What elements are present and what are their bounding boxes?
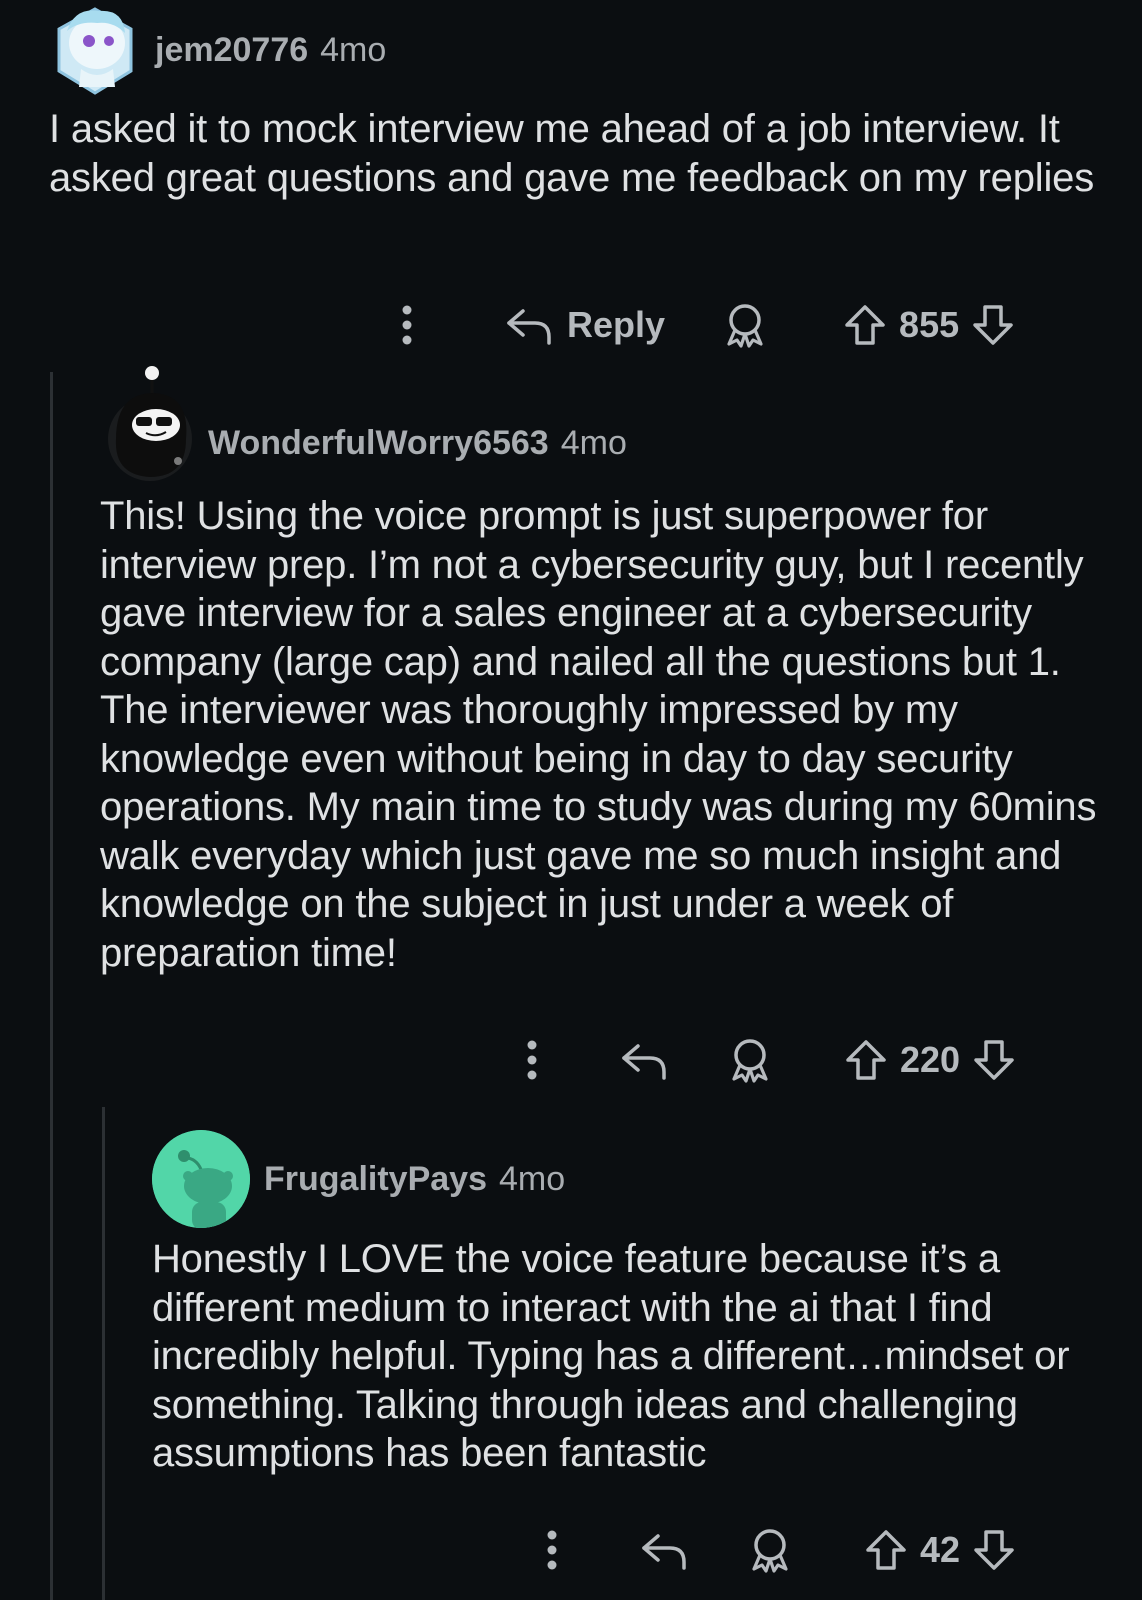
comment-body: This! Using the voice prompt is just sup…: [100, 494, 1097, 975]
upvote-icon[interactable]: [844, 1038, 888, 1082]
comment-age: 4mo: [320, 30, 387, 69]
reply-button[interactable]: [620, 1040, 668, 1080]
downvote-icon[interactable]: [972, 1038, 1016, 1082]
thread-line-level-2[interactable]: [102, 1107, 105, 1600]
comment-body: Honestly I LOVE the voice feature becaus…: [152, 1237, 1070, 1475]
reply-arrow-icon: [642, 1534, 686, 1570]
more-options-button[interactable]: [520, 1040, 544, 1080]
username[interactable]: jem20776: [155, 31, 308, 70]
more-options-button[interactable]: [395, 305, 419, 345]
comment-header: jem20776 4mo: [53, 3, 386, 97]
user-avatar[interactable]: [53, 3, 137, 97]
more-options-button[interactable]: [540, 1530, 564, 1570]
user-avatar[interactable]: [106, 365, 194, 483]
comment-actions: 42: [540, 1522, 1016, 1578]
score: 855: [899, 304, 960, 345]
reply-arrow-icon: [507, 309, 551, 345]
reply-arrow-icon: [622, 1044, 666, 1080]
upvote-icon[interactable]: [864, 1528, 908, 1572]
award-button[interactable]: [728, 1037, 772, 1083]
score: 220: [900, 1039, 961, 1080]
comment-header: WonderfulWorry6563 4mo: [106, 365, 627, 483]
comment-age: 4mo: [560, 423, 627, 462]
default-snoo-icon: [152, 1130, 250, 1228]
more-options-icon: [527, 1040, 537, 1080]
more-options-icon: [547, 1530, 557, 1570]
reply-button[interactable]: [640, 1530, 688, 1570]
username[interactable]: FrugalityPays: [264, 1160, 487, 1199]
more-options-icon: [402, 305, 412, 345]
downvote-icon[interactable]: [971, 303, 1015, 347]
vote-controls: 855: [843, 303, 1015, 347]
upvote-icon[interactable]: [843, 303, 887, 347]
vote-controls: 220: [844, 1038, 1016, 1082]
user-avatar[interactable]: [152, 1130, 250, 1228]
award-button[interactable]: [748, 1527, 792, 1573]
award-icon: [732, 1039, 768, 1083]
snoo-avatar-icon: [57, 7, 133, 95]
comment-header: FrugalityPays 4mo: [152, 1130, 565, 1228]
comment-thread: jem20776 4mo I asked it to mock intervie…: [0, 0, 1142, 1600]
award-icon: [727, 304, 763, 348]
comment-age: 4mo: [498, 1159, 566, 1198]
award-button[interactable]: [723, 302, 767, 348]
score: 42: [920, 1529, 961, 1570]
comment-actions: 220: [520, 1032, 1016, 1088]
downvote-icon[interactable]: [972, 1528, 1016, 1572]
vote-controls: 42: [864, 1528, 1016, 1572]
award-icon: [752, 1529, 788, 1573]
comment-actions: Reply 855: [395, 297, 1015, 353]
comment-body: I asked it to mock interview me ahead of…: [49, 107, 1094, 200]
snoo-avatar-icon: [108, 366, 192, 481]
reply-button[interactable]: Reply: [505, 304, 665, 346]
reply-label: Reply: [567, 304, 666, 345]
username[interactable]: WonderfulWorry6563: [208, 424, 549, 463]
thread-line-level-1[interactable]: [50, 372, 53, 1600]
